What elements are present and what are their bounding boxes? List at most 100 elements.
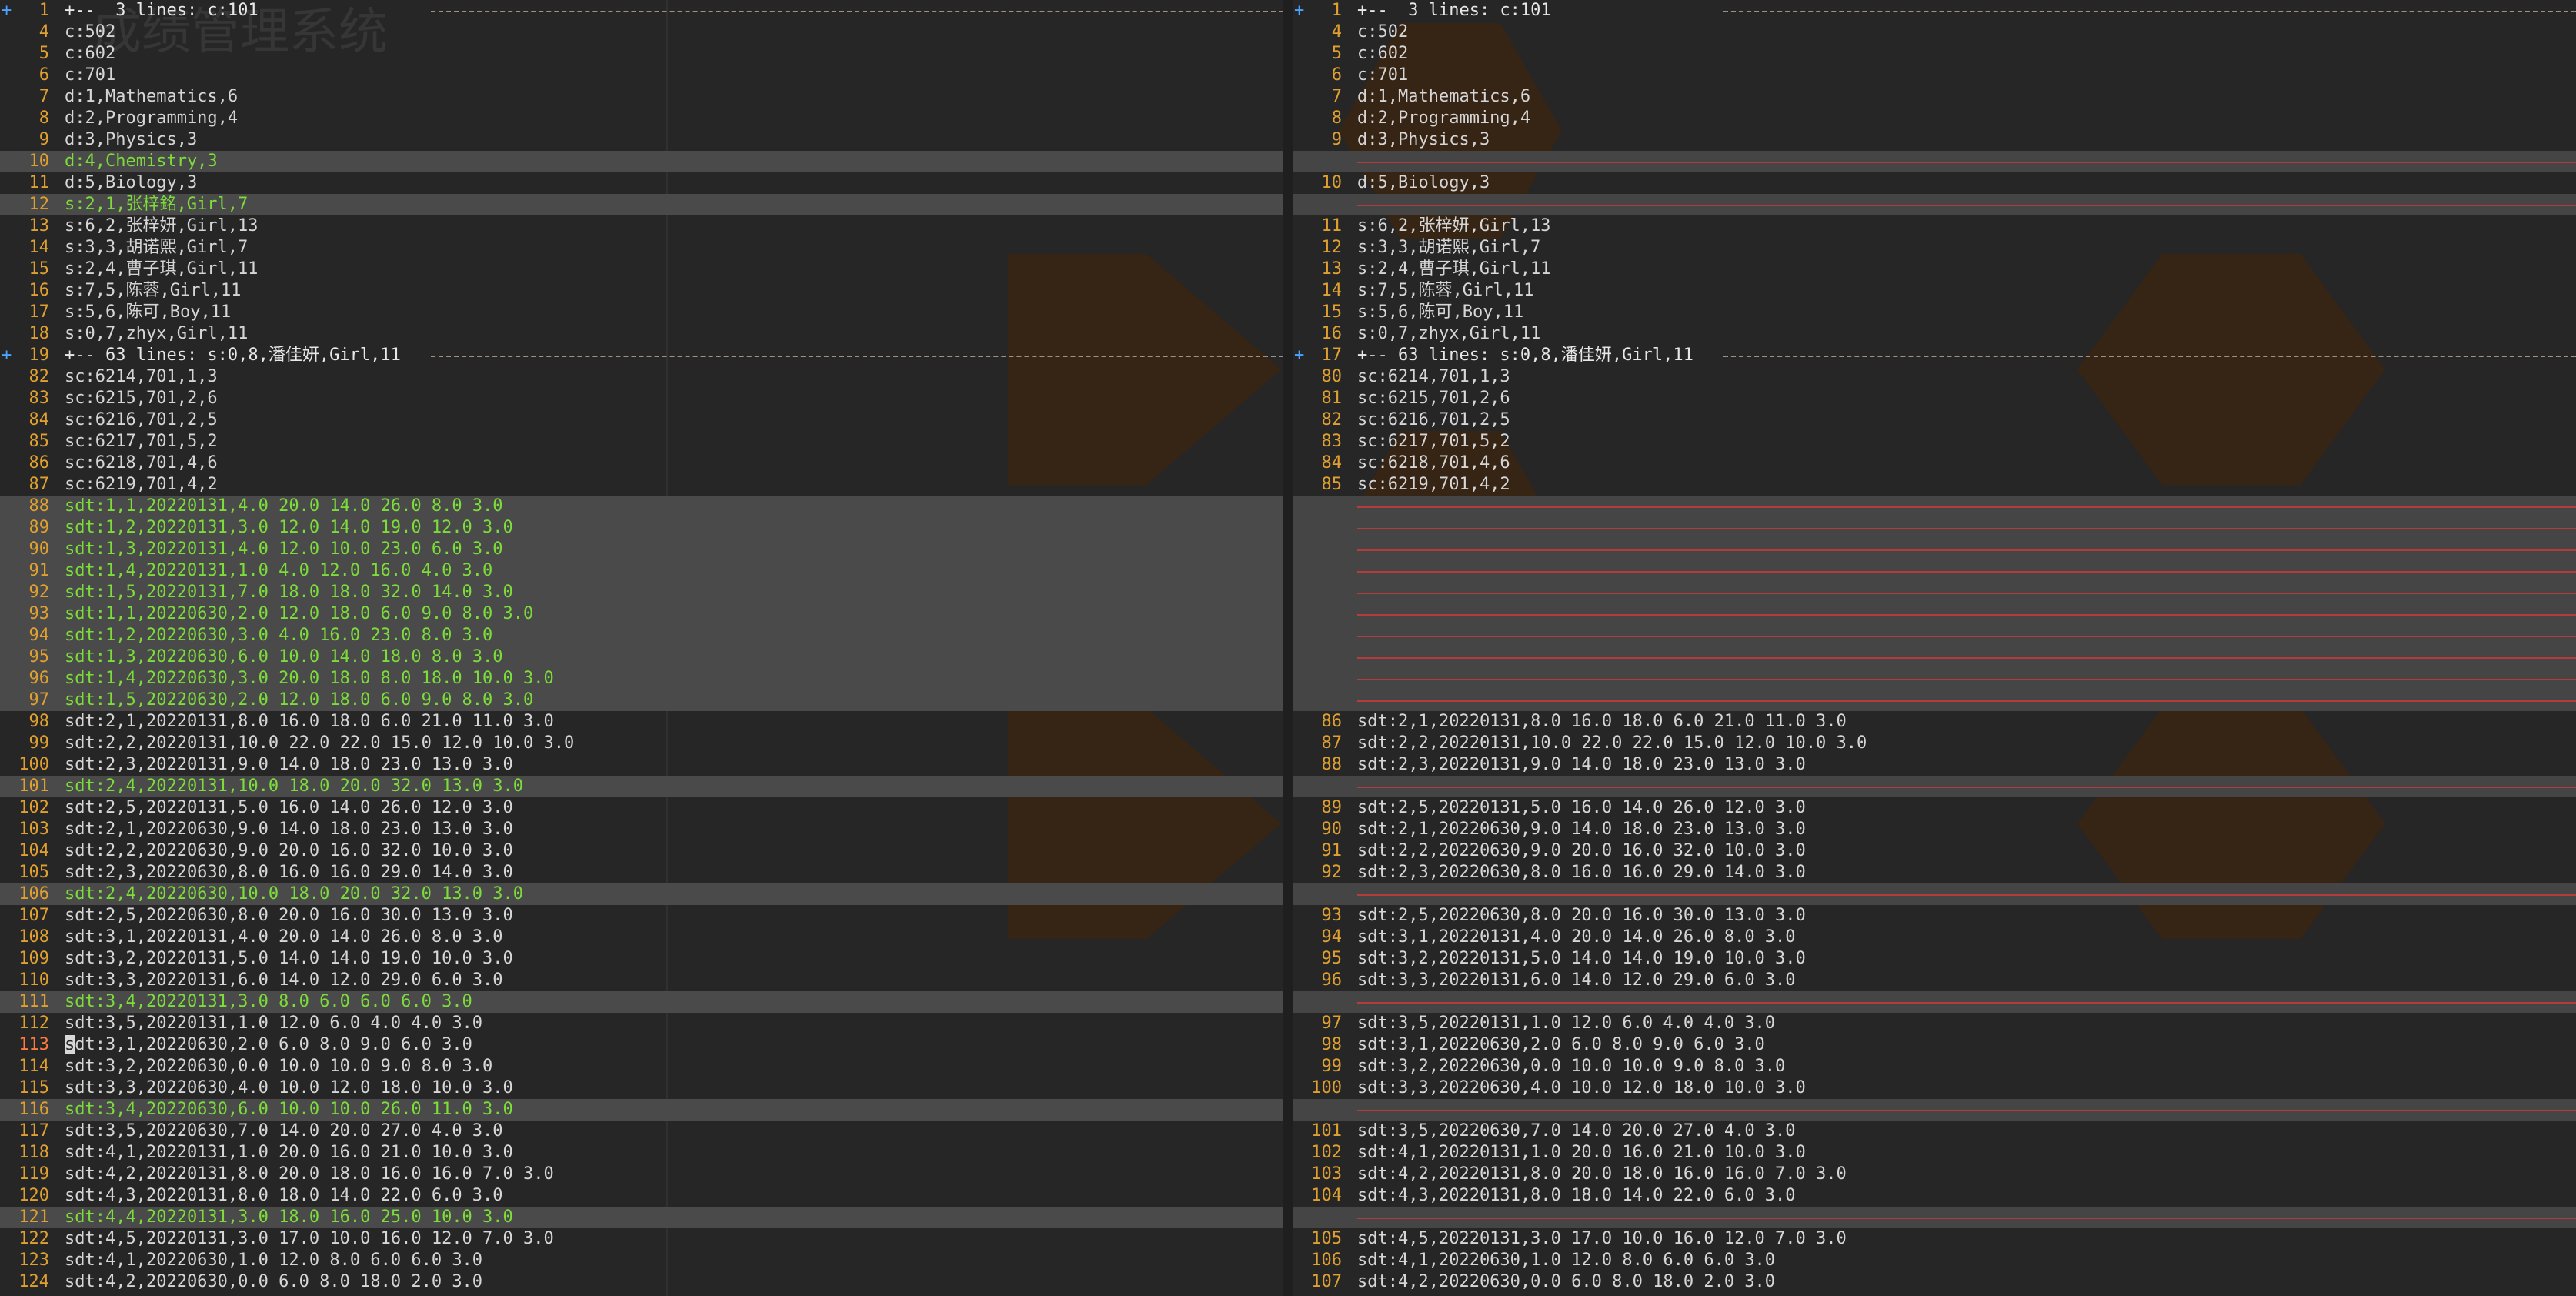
code-line[interactable]: 88 sdt:2,3,20220131,9.0 14.0 18.0 23.0 13… bbox=[1293, 754, 2576, 776]
code-line[interactable]: 101 sdt:2,4,20220131,10.0 18.0 20.0 32.0 … bbox=[0, 776, 1283, 797]
code-line[interactable]: 96 sdt:1,4,20220630,3.0 20.0 18.0 8.0 18.… bbox=[0, 668, 1283, 690]
filler-line[interactable] bbox=[1293, 151, 2576, 172]
code-line[interactable]: 12 s:3,3,胡诺熙,Girl,7 bbox=[1293, 237, 2576, 259]
code-line[interactable]: 111 sdt:3,4,20220131,3.0 8.0 6.0 6.0 6.0 … bbox=[0, 991, 1283, 1013]
code-line[interactable]: 83 sc:6215,701,2,6 bbox=[0, 388, 1283, 409]
filler-line[interactable] bbox=[1293, 646, 2576, 668]
code-line[interactable]: 85 sc:6217,701,5,2 bbox=[0, 431, 1283, 453]
filler-line[interactable] bbox=[1293, 668, 2576, 690]
code-line[interactable]: 87 sc:6219,701,4,2 bbox=[0, 474, 1283, 496]
fold-line[interactable]: +17 +-- 63 lines: s:0,8,潘佳妍,Girl,11 bbox=[1293, 345, 2576, 366]
code-line[interactable]: 105 sdt:2,3,20220630,8.0 16.0 16.0 29.0 1… bbox=[0, 862, 1283, 883]
code-line[interactable]: 6 c:701 bbox=[0, 65, 1283, 86]
code-line[interactable]: 93 sdt:1,1,20220630,2.0 12.0 18.0 6.0 9.0… bbox=[0, 603, 1283, 625]
code-line[interactable]: 10 d:5,Biology,3 bbox=[1293, 172, 2576, 194]
code-line[interactable]: 85 sc:6219,701,4,2 bbox=[1293, 474, 2576, 496]
code-line[interactable]: 82 sc:6216,701,2,5 bbox=[1293, 409, 2576, 431]
code-line[interactable]: 11 s:6,2,张梓妍,Girl,13 bbox=[1293, 215, 2576, 237]
code-line[interactable]: 94 sdt:3,1,20220131,4.0 20.0 14.0 26.0 8.… bbox=[1293, 927, 2576, 948]
code-line[interactable]: 6 c:701 bbox=[1293, 65, 2576, 86]
code-line[interactable]: 100 sdt:2,3,20220131,9.0 14.0 18.0 23.0 1… bbox=[0, 754, 1283, 776]
code-line[interactable]: 99 sdt:3,2,20220630,0.0 10.0 10.0 9.0 8.0… bbox=[1293, 1056, 2576, 1077]
code-line[interactable]: 4 c:502 bbox=[1293, 22, 2576, 43]
code-line[interactable]: 95 sdt:1,3,20220630,6.0 10.0 14.0 18.0 8.… bbox=[0, 646, 1283, 668]
filler-line[interactable] bbox=[1293, 496, 2576, 517]
filler-line[interactable] bbox=[1293, 603, 2576, 625]
code-line[interactable]: 94 sdt:1,2,20220630,3.0 4.0 16.0 23.0 8.0… bbox=[0, 625, 1283, 646]
code-line[interactable]: 18 s:0,7,zhyx,Girl,11 bbox=[0, 323, 1283, 345]
code-line[interactable]: 8 d:2,Programming,4 bbox=[0, 108, 1283, 129]
code-line[interactable]: 118 sdt:4,1,20220131,1.0 20.0 16.0 21.0 1… bbox=[0, 1142, 1283, 1164]
code-line[interactable]: 10 d:4,Chemistry,3 bbox=[0, 151, 1283, 172]
code-line[interactable]: 86 sdt:2,1,20220131,8.0 16.0 18.0 6.0 21.… bbox=[1293, 711, 2576, 733]
fold-line[interactable]: +1 +-- 3 lines: c:101 bbox=[1293, 0, 2576, 22]
code-line[interactable]: 14 s:3,3,胡诺熙,Girl,7 bbox=[0, 237, 1283, 259]
filler-line[interactable] bbox=[1293, 539, 2576, 560]
code-line[interactable]: 106 sdt:2,4,20220630,10.0 18.0 20.0 32.0 … bbox=[0, 883, 1283, 905]
code-line[interactable]: 4 c:502 bbox=[0, 22, 1283, 43]
code-line[interactable]: 117 sdt:3,5,20220630,7.0 14.0 20.0 27.0 4… bbox=[0, 1121, 1283, 1142]
code-line[interactable]: 115 sdt:3,3,20220630,4.0 10.0 12.0 18.0 1… bbox=[0, 1077, 1283, 1099]
code-line[interactable]: 88 sdt:1,1,20220131,4.0 20.0 14.0 26.0 8.… bbox=[0, 496, 1283, 517]
code-line[interactable]: 81 sc:6215,701,2,6 bbox=[1293, 388, 2576, 409]
code-line[interactable]: 102 sdt:4,1,20220131,1.0 20.0 16.0 21.0 1… bbox=[1293, 1142, 2576, 1164]
code-line[interactable]: 90 sdt:2,1,20220630,9.0 14.0 18.0 23.0 13… bbox=[1293, 819, 2576, 840]
code-line[interactable]: 104 sdt:4,3,20220131,8.0 18.0 14.0 22.0 6… bbox=[1293, 1185, 2576, 1207]
diff-pane-left[interactable]: 成绩管理系统 +1 +-- 3 lines: c:101 4 c:502 5 c:602 6… bbox=[0, 0, 1283, 1296]
code-line[interactable]: 101 sdt:3,5,20220630,7.0 14.0 20.0 27.0 4… bbox=[1293, 1121, 2576, 1142]
fold-line[interactable]: +19 +-- 63 lines: s:0,8,潘佳妍,Girl,11 bbox=[0, 345, 1283, 366]
code-line[interactable]: 98 sdt:3,1,20220630,2.0 6.0 8.0 9.0 6.0 3… bbox=[1293, 1034, 2576, 1056]
code-line[interactable]: 92 sdt:2,3,20220630,8.0 16.0 16.0 29.0 14… bbox=[1293, 862, 2576, 883]
code-line[interactable]: 15 s:5,6,陈可,Boy,11 bbox=[1293, 302, 2576, 323]
filler-line[interactable] bbox=[1293, 625, 2576, 646]
code-line[interactable]: 93 sdt:2,5,20220630,8.0 20.0 16.0 30.0 13… bbox=[1293, 905, 2576, 927]
code-line[interactable]: 104 sdt:2,2,20220630,9.0 20.0 16.0 32.0 1… bbox=[0, 840, 1283, 862]
code-line[interactable]: 103 sdt:2,1,20220630,9.0 14.0 18.0 23.0 1… bbox=[0, 819, 1283, 840]
code-line[interactable]: 106 sdt:4,1,20220630,1.0 12.0 8.0 6.0 6.0… bbox=[1293, 1250, 2576, 1271]
code-line[interactable]: 14 s:7,5,陈蓉,Girl,11 bbox=[1293, 280, 2576, 302]
code-line[interactable]: 91 sdt:1,4,20220131,1.0 4.0 12.0 16.0 4.0… bbox=[0, 560, 1283, 582]
code-line[interactable]: 86 sc:6218,701,4,6 bbox=[0, 453, 1283, 474]
code-line[interactable]: 119 sdt:4,2,20220131,8.0 20.0 18.0 16.0 1… bbox=[0, 1164, 1283, 1185]
filler-line[interactable] bbox=[1293, 582, 2576, 603]
fold-plus-icon[interactable]: + bbox=[1294, 0, 1310, 22]
code-line[interactable]: 110 sdt:3,3,20220131,6.0 14.0 12.0 29.0 6… bbox=[0, 970, 1283, 991]
code-line[interactable]: 113 sdt:3,1,20220630,2.0 6.0 8.0 9.0 6.0 … bbox=[0, 1034, 1283, 1056]
code-line[interactable]: 84 sc:6216,701,2,5 bbox=[0, 409, 1283, 431]
filler-line[interactable] bbox=[1293, 194, 2576, 215]
fold-line[interactable]: +1 +-- 3 lines: c:101 bbox=[0, 0, 1283, 22]
fold-plus-icon[interactable]: + bbox=[1294, 345, 1310, 366]
code-line[interactable]: 9 d:3,Physics,3 bbox=[1293, 129, 2576, 151]
code-line[interactable]: 105 sdt:4,5,20220131,3.0 17.0 10.0 16.0 1… bbox=[1293, 1228, 2576, 1250]
filler-line[interactable] bbox=[1293, 991, 2576, 1013]
code-line[interactable]: 16 s:0,7,zhyx,Girl,11 bbox=[1293, 323, 2576, 345]
code-line[interactable]: 80 sc:6214,701,1,3 bbox=[1293, 366, 2576, 388]
code-line[interactable]: 102 sdt:2,5,20220131,5.0 16.0 14.0 26.0 1… bbox=[0, 797, 1283, 819]
code-line[interactable]: 107 sdt:4,2,20220630,0.0 6.0 8.0 18.0 2.0… bbox=[1293, 1271, 2576, 1293]
code-line[interactable]: 121 sdt:4,4,20220131,3.0 18.0 16.0 25.0 1… bbox=[0, 1207, 1283, 1228]
code-line[interactable]: 87 sdt:2,2,20220131,10.0 22.0 22.0 15.0 1… bbox=[1293, 733, 2576, 754]
code-line[interactable]: 7 d:1,Mathematics,6 bbox=[1293, 86, 2576, 108]
code-line[interactable]: 95 sdt:3,2,20220131,5.0 14.0 14.0 19.0 10… bbox=[1293, 948, 2576, 970]
code-line[interactable]: 114 sdt:3,2,20220630,0.0 10.0 10.0 9.0 8.… bbox=[0, 1056, 1283, 1077]
code-line[interactable]: 13 s:2,4,曹子琪,Girl,11 bbox=[1293, 259, 2576, 280]
code-line[interactable]: 98 sdt:2,1,20220131,8.0 16.0 18.0 6.0 21.… bbox=[0, 711, 1283, 733]
code-line[interactable]: 8 d:2,Programming,4 bbox=[1293, 108, 2576, 129]
code-line[interactable]: 112 sdt:3,5,20220131,1.0 12.0 6.0 4.0 4.0… bbox=[0, 1013, 1283, 1034]
code-line[interactable]: 92 sdt:1,5,20220131,7.0 18.0 18.0 32.0 14… bbox=[0, 582, 1283, 603]
code-line[interactable]: 109 sdt:3,2,20220131,5.0 14.0 14.0 19.0 1… bbox=[0, 948, 1283, 970]
code-line[interactable]: 116 sdt:3,4,20220630,6.0 10.0 10.0 26.0 1… bbox=[0, 1099, 1283, 1121]
code-line[interactable]: 97 sdt:3,5,20220131,1.0 12.0 6.0 4.0 4.0 … bbox=[1293, 1013, 2576, 1034]
filler-line[interactable] bbox=[1293, 690, 2576, 711]
code-line[interactable]: 90 sdt:1,3,20220131,4.0 12.0 10.0 23.0 6.… bbox=[0, 539, 1283, 560]
code-line[interactable]: 82 sc:6214,701,1,3 bbox=[0, 366, 1283, 388]
filler-line[interactable] bbox=[1293, 776, 2576, 797]
code-line[interactable]: 13 s:6,2,张梓妍,Girl,13 bbox=[0, 215, 1283, 237]
code-line[interactable]: 124 sdt:4,2,20220630,0.0 6.0 8.0 18.0 2.0… bbox=[0, 1271, 1283, 1293]
code-line[interactable]: 89 sdt:2,5,20220131,5.0 16.0 14.0 26.0 12… bbox=[1293, 797, 2576, 819]
code-line[interactable]: 9 d:3,Physics,3 bbox=[0, 129, 1283, 151]
code-line[interactable]: 84 sc:6218,701,4,6 bbox=[1293, 453, 2576, 474]
code-line[interactable]: 11 d:5,Biology,3 bbox=[0, 172, 1283, 194]
code-line[interactable]: 107 sdt:2,5,20220630,8.0 20.0 16.0 30.0 1… bbox=[0, 905, 1283, 927]
code-line[interactable]: 120 sdt:4,3,20220131,8.0 18.0 14.0 22.0 6… bbox=[0, 1185, 1283, 1207]
